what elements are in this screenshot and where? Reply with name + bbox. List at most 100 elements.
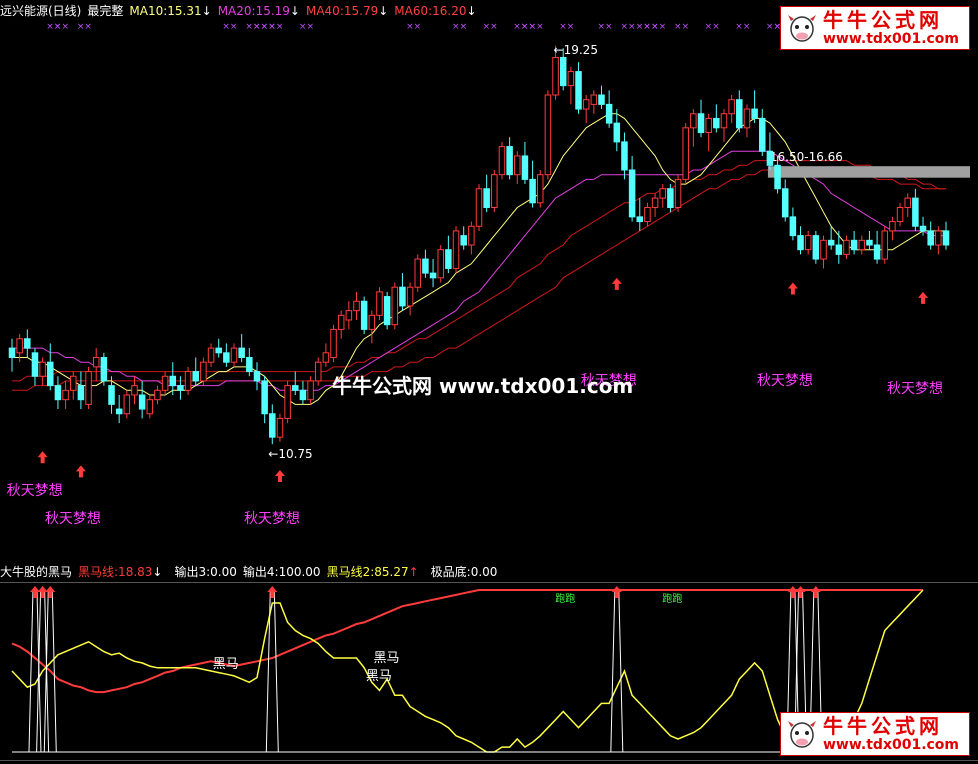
candle (636, 198, 644, 231)
candle (337, 310, 345, 339)
top-signal-marker: ×× (651, 22, 666, 32)
candle (161, 371, 169, 395)
candle-body (8, 347, 16, 358)
candle (24, 329, 31, 358)
candle-body (621, 141, 628, 171)
out3-readout: 输出3:0.00 (174, 565, 237, 579)
candle (299, 380, 307, 405)
candle-body (108, 385, 115, 405)
candle-body (414, 258, 422, 288)
candle-body (919, 225, 927, 232)
candle-body (682, 127, 689, 180)
candle-body (866, 239, 873, 246)
candle-body (47, 361, 54, 387)
heima-label: 黑马 (373, 651, 399, 666)
candle-body (383, 296, 391, 326)
candle (399, 273, 406, 311)
site-logo-bottom[interactable]: 牛牛公式网 www.tdx001.com (780, 712, 970, 756)
candle (667, 184, 674, 213)
candle (544, 90, 552, 180)
candle (460, 226, 467, 250)
candle (475, 184, 483, 231)
candle (904, 193, 911, 217)
candle (804, 230, 812, 255)
candle-body (406, 286, 414, 307)
spike-up-arrow-icon (611, 586, 622, 598)
candle-body (797, 235, 804, 251)
candle (85, 366, 92, 410)
top-signal-marker: ×× (54, 22, 69, 32)
candle (766, 132, 774, 170)
candle-body (24, 338, 31, 349)
candle (422, 249, 429, 278)
candle-body (889, 221, 896, 232)
candle-body (360, 300, 368, 330)
watermark-text: 牛牛公式网 www.tdx001.com (332, 374, 634, 398)
candle-body (177, 385, 184, 391)
low-price-label: ←10.75 (268, 447, 312, 461)
candle-body (858, 239, 866, 251)
candle (514, 151, 521, 185)
candle-body (759, 117, 766, 152)
candle (468, 221, 475, 255)
candle (207, 343, 215, 367)
candle-body (774, 164, 781, 190)
candle-body (77, 385, 85, 401)
price-band-layer: 16.50-16.66 (767, 150, 970, 178)
spike-line (265, 589, 279, 753)
ma20-readout: MA20:15.19 (217, 4, 290, 18)
signal-up-arrow-icon (274, 470, 285, 482)
candle-body (498, 146, 506, 176)
signal-up-arrow-icon (787, 282, 798, 295)
candle (835, 230, 843, 264)
candle-body (644, 207, 651, 223)
ma40-arrow-icon: ↓ (378, 4, 389, 18)
top-signal-marker: ×× (597, 22, 612, 32)
indicator-title[interactable]: 大牛股的黑马 (0, 565, 72, 579)
candle-body (491, 174, 498, 208)
stock-title[interactable]: 远兴能源(日线) (0, 4, 81, 18)
candle (628, 155, 636, 222)
candle (154, 385, 161, 405)
candle (935, 226, 942, 255)
candle (269, 404, 276, 445)
candle-body (39, 361, 46, 377)
candle (889, 216, 896, 241)
candle-body (115, 408, 123, 415)
candle-body (804, 235, 812, 251)
candle-body (452, 230, 460, 269)
candle-body (146, 399, 154, 415)
candle (138, 380, 146, 419)
candle-body (445, 249, 452, 269)
candle-body (820, 239, 827, 260)
candle (230, 343, 238, 367)
candle (360, 296, 368, 335)
candle (797, 226, 804, 255)
ma40-readout: MA40:15.79 (305, 4, 379, 18)
candle-body (437, 249, 444, 279)
candle-body (582, 99, 590, 110)
candle (498, 141, 506, 180)
candle-body (154, 389, 161, 401)
candle (276, 413, 284, 442)
candle (575, 62, 582, 114)
candle-body (843, 239, 850, 255)
candle (445, 235, 452, 274)
candle-body (483, 188, 490, 208)
candle-body (751, 108, 758, 119)
candle (192, 357, 199, 386)
candle (31, 348, 39, 386)
candle-body (31, 352, 39, 377)
candle (781, 179, 789, 222)
green-signal-label: 跑跑 (662, 592, 682, 605)
candle-body (429, 272, 437, 279)
site-logo-top[interactable]: 牛牛公式网 www.tdx001.com (780, 6, 970, 50)
candle-body (521, 155, 529, 180)
signal-up-arrow-icon (75, 465, 86, 478)
candle (414, 254, 422, 292)
heima-line (11, 589, 923, 694)
spike-up-arrow-icon (45, 586, 56, 598)
candle (728, 95, 735, 124)
candle (919, 216, 927, 236)
candle (200, 357, 207, 386)
